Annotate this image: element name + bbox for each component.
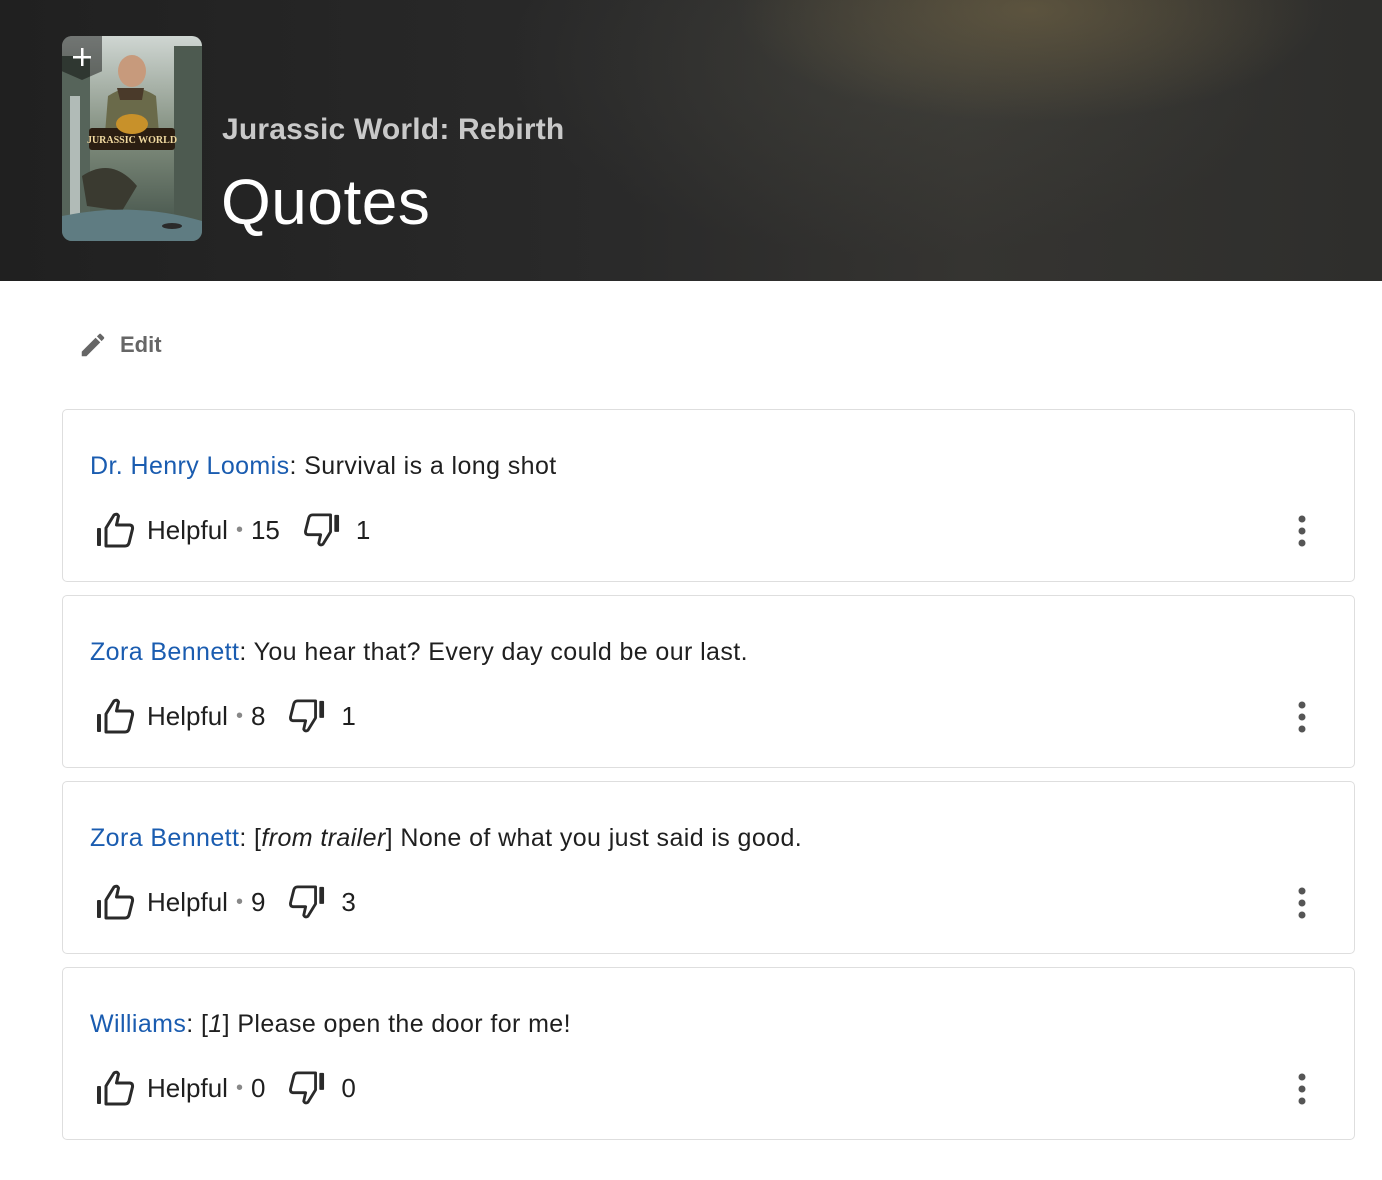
not-helpful-button[interactable]: 1 bbox=[289, 699, 356, 733]
vote-row: Helpful • 0 0 bbox=[95, 1068, 356, 1108]
thumbs-down-icon bbox=[289, 1071, 325, 1105]
separator-dot: • bbox=[235, 518, 243, 541]
thumbs-up-icon bbox=[97, 698, 135, 734]
helpful-label: Helpful bbox=[147, 886, 228, 917]
thumbs-down-icon bbox=[289, 885, 325, 919]
helpful-count: 8 bbox=[250, 700, 266, 731]
helpful-label: Helpful bbox=[147, 514, 228, 545]
quote-separator: : bbox=[239, 638, 254, 666]
character-link[interactable]: Zora Bennett bbox=[90, 638, 239, 666]
page-title: Quotes bbox=[221, 166, 431, 238]
quote-line: You hear that? Every day could be our la… bbox=[253, 638, 748, 666]
helpful-label: Helpful bbox=[147, 1072, 228, 1103]
plus-icon bbox=[73, 48, 91, 66]
stage-direction: from trailer bbox=[261, 824, 386, 852]
edit-button[interactable]: Edit bbox=[78, 328, 162, 362]
more-options-icon[interactable] bbox=[1290, 1072, 1314, 1106]
stage-direction-close: ] bbox=[222, 1010, 238, 1038]
not-helpful-button[interactable]: 3 bbox=[289, 885, 356, 919]
not-helpful-count: 0 bbox=[341, 1072, 356, 1103]
thumbs-up-icon bbox=[97, 1070, 135, 1106]
page-header: JURASSIC WORLD Jurassic World: Rebirth Q… bbox=[0, 0, 1382, 281]
quote-line: None of what you just said is good. bbox=[400, 824, 803, 852]
thumbs-down-icon bbox=[303, 513, 339, 547]
stage-direction-close: ] bbox=[385, 824, 401, 852]
character-link[interactable]: Dr. Henry Loomis bbox=[90, 452, 290, 480]
separator-dot: • bbox=[235, 890, 243, 913]
quote-separator: : bbox=[186, 1010, 201, 1038]
helpful-button[interactable]: Helpful bbox=[95, 1070, 228, 1106]
helpful-button[interactable]: Helpful bbox=[95, 698, 228, 734]
quote-card: Zora Bennett: [from trailer] None of wha… bbox=[62, 781, 1355, 954]
helpful-button[interactable]: Helpful bbox=[95, 884, 228, 920]
vote-row: Helpful • 9 3 bbox=[95, 882, 356, 922]
poster-logo-text: JURASSIC WORLD bbox=[87, 135, 177, 146]
quote-text: Zora Bennett: [from trailer] None of wha… bbox=[90, 824, 802, 853]
more-options-icon[interactable] bbox=[1290, 886, 1314, 920]
quote-text: Zora Bennett: You hear that? Every day c… bbox=[90, 638, 748, 667]
quote-line: Survival is a long shot bbox=[304, 452, 557, 480]
helpful-count: 9 bbox=[250, 886, 266, 917]
helpful-count: 0 bbox=[250, 1072, 266, 1103]
not-helpful-count: 1 bbox=[355, 514, 371, 545]
thumbs-up-icon bbox=[97, 884, 135, 920]
separator-dot: • bbox=[235, 704, 243, 727]
character-link[interactable]: Williams bbox=[90, 1010, 186, 1038]
thumbs-up-icon bbox=[97, 512, 135, 548]
quote-card: Williams: [1] Please open the door for m… bbox=[62, 967, 1355, 1140]
helpful-count: 15 bbox=[250, 514, 280, 545]
quote-card: Dr. Henry Loomis: Survival is a long sho… bbox=[62, 409, 1355, 582]
character-link[interactable]: Zora Bennett bbox=[90, 824, 239, 852]
more-options-icon[interactable] bbox=[1290, 700, 1314, 734]
vote-row: Helpful • 8 1 bbox=[95, 696, 356, 736]
edit-label: Edit bbox=[120, 332, 162, 357]
vote-row: Helpful • 15 1 bbox=[95, 510, 370, 550]
not-helpful-count: 1 bbox=[341, 700, 356, 731]
quote-text: Williams: [1] Please open the door for m… bbox=[90, 1010, 571, 1039]
quote-separator: : bbox=[289, 452, 305, 480]
pencil-icon bbox=[81, 333, 105, 357]
quote-card: Zora Bennett: You hear that? Every day c… bbox=[62, 595, 1355, 768]
not-helpful-button[interactable]: 1 bbox=[303, 513, 371, 547]
thumbs-down-icon bbox=[289, 699, 325, 733]
quote-text: Dr. Henry Loomis: Survival is a long sho… bbox=[90, 452, 557, 481]
quote-line: Please open the door for me! bbox=[237, 1010, 571, 1038]
stage-direction: 1 bbox=[208, 1010, 223, 1038]
add-to-watchlist-button[interactable] bbox=[62, 36, 102, 80]
helpful-button[interactable]: Helpful bbox=[95, 512, 228, 548]
quote-separator: : bbox=[239, 824, 255, 852]
not-helpful-count: 3 bbox=[341, 886, 356, 917]
not-helpful-button[interactable]: 0 bbox=[289, 1071, 356, 1105]
movie-title[interactable]: Jurassic World: Rebirth bbox=[222, 113, 564, 147]
separator-dot: • bbox=[235, 1076, 243, 1099]
helpful-label: Helpful bbox=[147, 700, 228, 731]
more-options-icon[interactable] bbox=[1290, 514, 1314, 548]
